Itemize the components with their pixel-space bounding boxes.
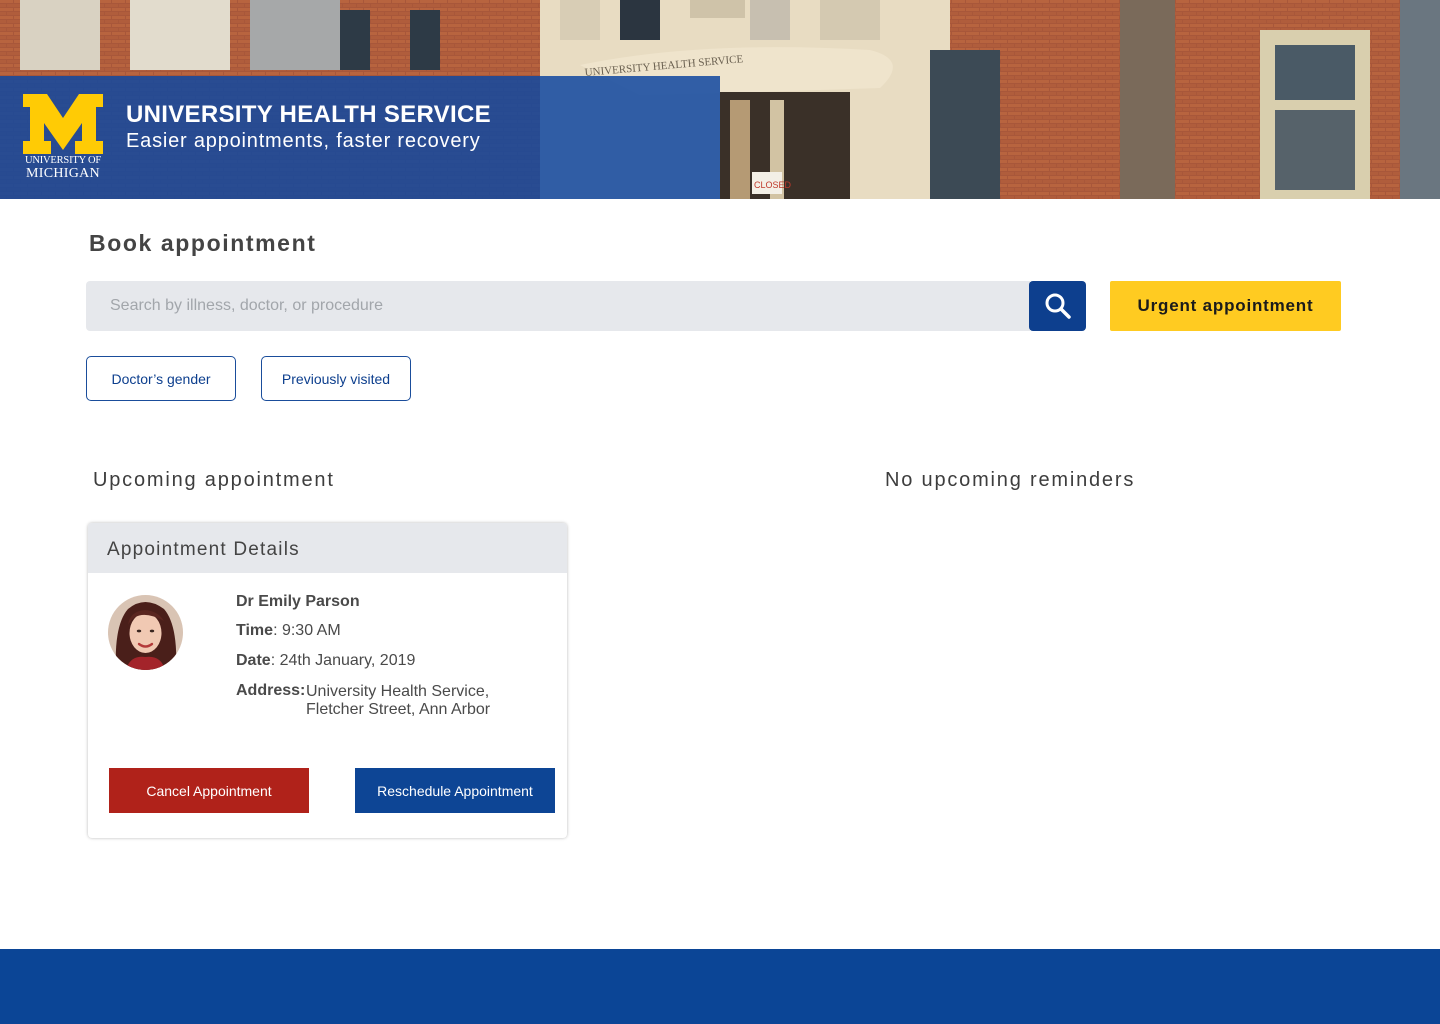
time-value: 9:30 AM — [281, 622, 341, 639]
date-label: Date — [236, 652, 271, 669]
address-line-1: University Health Service, — [306, 683, 490, 700]
reschedule-appointment-button[interactable]: Reschedule Appointment — [355, 768, 555, 813]
appointment-time: Time: 9:30 AM — [236, 622, 341, 639]
search-icon — [1045, 293, 1071, 319]
time-label: Time — [236, 622, 274, 639]
appointment-date: Date: 24th January, 2019 — [236, 652, 416, 669]
cancel-appointment-button[interactable]: Cancel Appointment — [109, 768, 309, 813]
urgent-appointment-button[interactable]: Urgent appointment — [1110, 281, 1341, 331]
card-header: Appointment Details — [88, 523, 567, 573]
upcoming-appointment-heading: Upcoming appointment — [93, 469, 335, 491]
logo-line-michigan: MICHIGAN — [26, 166, 100, 181]
footer — [0, 949, 1440, 1024]
search-input[interactable] — [86, 281, 1030, 331]
address-line-2: Fletcher Street, Ann Arbor — [306, 701, 491, 718]
filter-doctor-gender-button[interactable]: Doctor’s gender — [86, 356, 236, 401]
logo-line-university: UNIVERSITY OF — [24, 155, 102, 166]
doctor-name: Dr Emily Parson — [236, 593, 360, 610]
date-value: 24th January, 2019 — [279, 652, 416, 669]
address-label: Address: — [236, 682, 306, 699]
site-title: UNIVERSITY HEALTH SERVICE — [126, 101, 491, 128]
doctor-avatar — [108, 595, 183, 670]
filter-previously-visited-button[interactable]: Previously visited — [261, 356, 411, 401]
hero-banner: UNIVERSITY HEALTH SERVICE CLOSED — [0, 0, 1440, 199]
card-header-title: Appointment Details — [107, 539, 300, 560]
reminders-heading: No upcoming reminders — [885, 469, 1136, 491]
book-appointment-heading: Book appointment — [89, 230, 317, 256]
block-m-icon — [23, 94, 103, 154]
university-logo[interactable]: UNIVERSITY OF MICHIGAN — [20, 94, 106, 182]
appointment-card: Appointment Details Dr Emily Parson Time… — [88, 523, 567, 838]
search-button[interactable] — [1029, 281, 1086, 331]
address-value: University Health Service, Fletcher Stre… — [306, 683, 490, 719]
site-tagline: Easier appointments, faster recovery — [126, 130, 481, 152]
svg-text:CLOSED: CLOSED — [754, 180, 792, 190]
